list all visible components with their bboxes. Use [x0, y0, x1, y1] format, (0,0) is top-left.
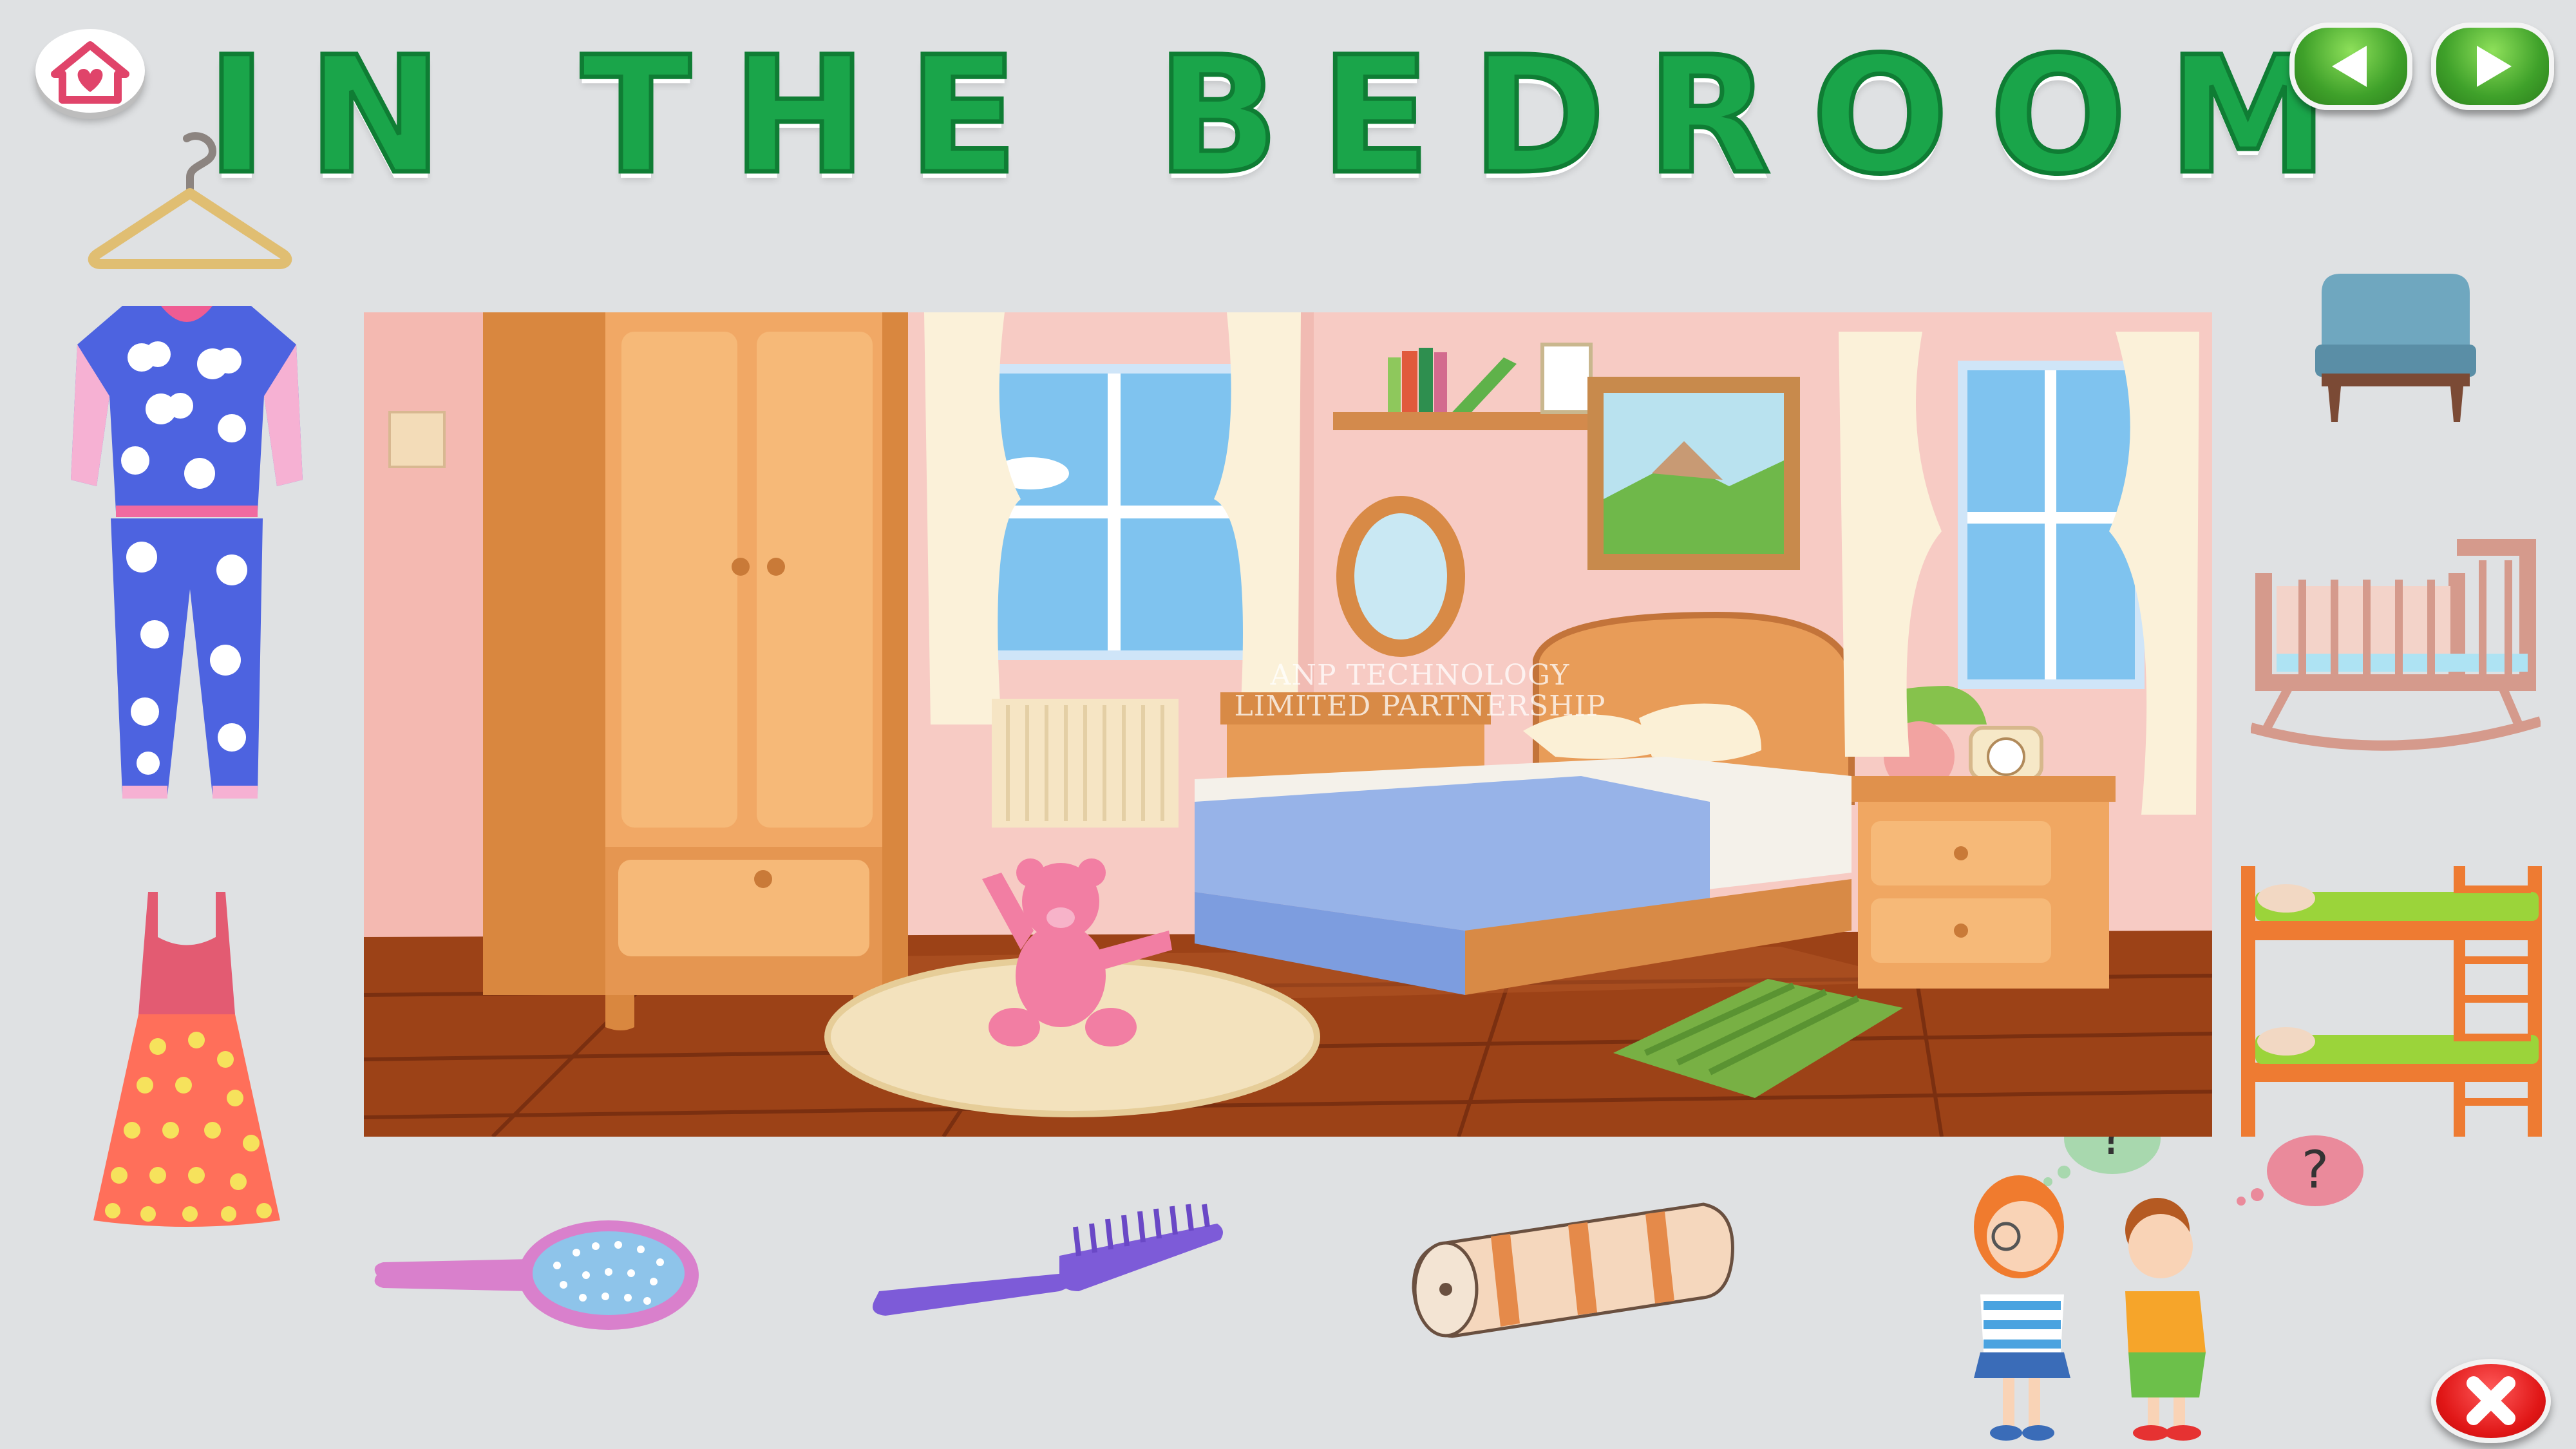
previous-button[interactable]	[2289, 23, 2412, 110]
watermark-line-2: LIMITED PARTNERSHIP	[1234, 690, 1606, 723]
close-x-icon	[2467, 1376, 2515, 1425]
bolster-pillow-item[interactable]	[1407, 1191, 1736, 1345]
hairbrush-item[interactable]	[370, 1214, 702, 1336]
arrow-left-icon	[2332, 46, 2367, 87]
nightgown-item[interactable]	[87, 892, 287, 1236]
kids-characters: ? ?	[1967, 1103, 2380, 1445]
bunk-bed-item[interactable]	[2241, 866, 2550, 1139]
next-button[interactable]	[2431, 23, 2554, 110]
comb-item[interactable]	[866, 1201, 1227, 1332]
footstool-item[interactable]	[2309, 267, 2483, 428]
bedroom-scene: ANP TECHNOLOGY LIMITED PARTNERSHIP	[364, 312, 2212, 1137]
pajamas-item[interactable]	[64, 299, 309, 804]
hanger-item[interactable]	[87, 129, 293, 273]
boy-question-bubble: ?	[2302, 1140, 2329, 1200]
watermark: ANP TECHNOLOGY LIMITED PARTNERSHIP	[1220, 659, 1620, 723]
cradle-item[interactable]	[2249, 535, 2543, 756]
watermark-line-1: ANP TECHNOLOGY	[1270, 659, 1570, 692]
page-title: IN THE BEDROOM	[204, 22, 2370, 209]
close-button[interactable]	[2431, 1359, 2551, 1443]
arrow-right-icon	[2477, 46, 2512, 87]
